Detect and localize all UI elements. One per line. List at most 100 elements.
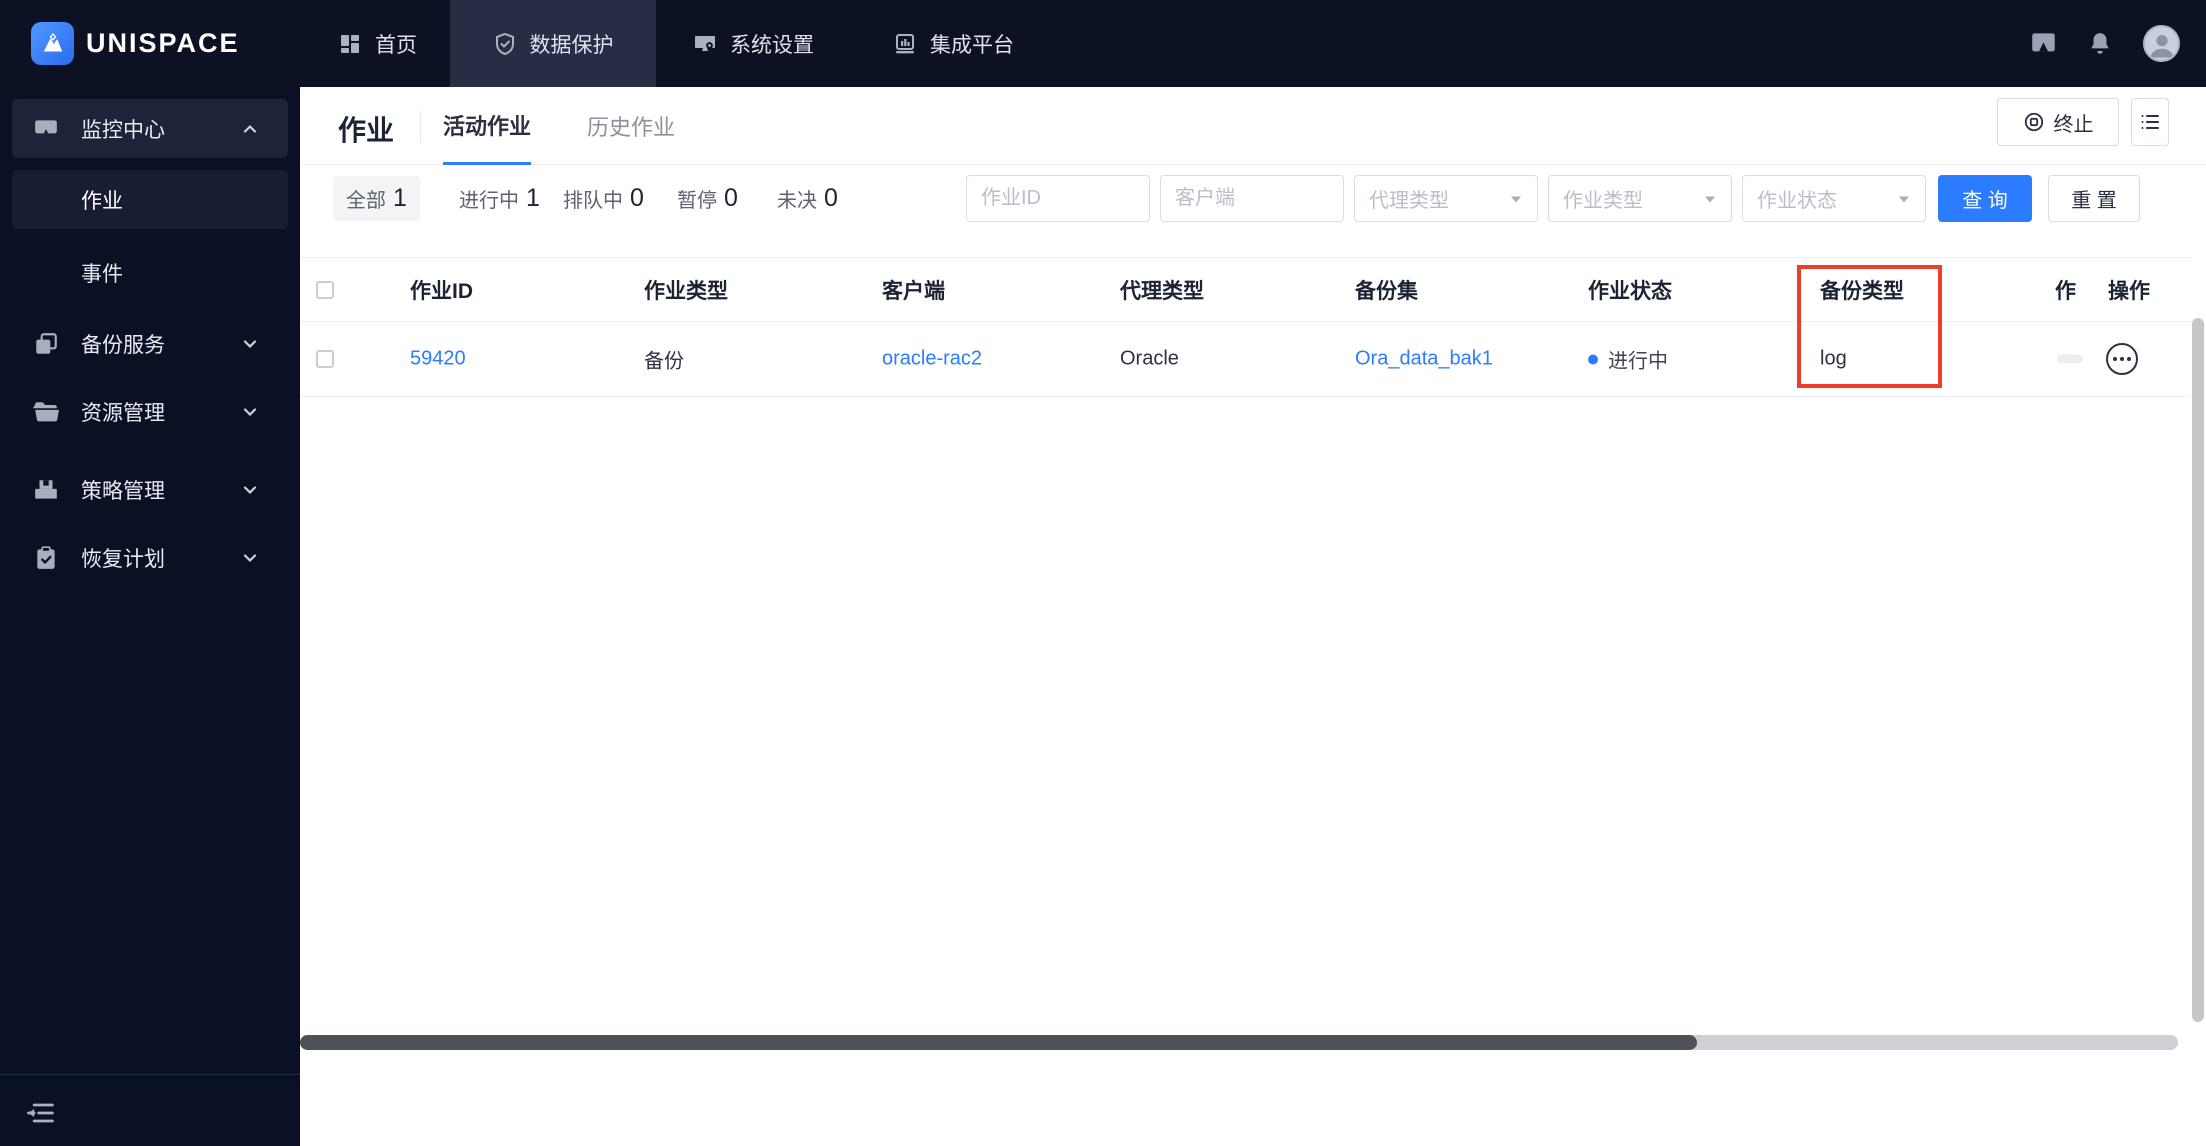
- tab-history-jobs[interactable]: 历史作业: [587, 87, 675, 165]
- row-checkbox[interactable]: [316, 350, 334, 368]
- sidebar: 监控中心 作业 事件 备份服务 资源管理 策略管理 恢复计划: [0, 87, 300, 1146]
- brand-name: UNISPACE: [86, 28, 240, 58]
- monitor-gear-icon: [693, 32, 717, 56]
- top-nav-bar: UNISPACE 首页 数据保护 系统设置 集成平台: [0, 0, 2206, 87]
- agent-type-value: Oracle: [1120, 347, 1179, 370]
- nav-item-integration-platform[interactable]: 集成平台: [893, 0, 1014, 87]
- chip-label: 未决: [777, 190, 817, 212]
- sidebar-item-label: 事件: [81, 262, 123, 286]
- main-content: 作业 活动作业 历史作业 终止 全部 1 进行中 1 排队中 0 暂停 0 未决…: [300, 87, 2206, 1146]
- sidebar-group-label: 备份服务: [81, 333, 165, 357]
- tab-label: 活动作业: [443, 113, 532, 139]
- bell-icon[interactable]: [2087, 31, 2113, 57]
- clipboard-check-icon: [33, 545, 59, 571]
- sidebar-group-backup-services[interactable]: 备份服务: [12, 314, 288, 373]
- header-divider: [420, 111, 421, 143]
- tab-active-jobs[interactable]: 活动作业: [443, 87, 532, 165]
- monitor-chat-icon: [33, 116, 59, 142]
- page-title: 作业: [338, 115, 395, 146]
- stop-icon: [2024, 112, 2043, 132]
- nav-item-system-settings[interactable]: 系统设置: [693, 0, 814, 87]
- chip-count: 0: [824, 184, 838, 212]
- sidebar-group-resource-management[interactable]: 资源管理: [12, 382, 288, 441]
- sidebar-group-label: 恢复计划: [81, 547, 165, 571]
- select-placeholder: 作业状态: [1757, 190, 1837, 212]
- sidebar-footer-divider: [0, 1074, 300, 1075]
- chip-label: 排队中: [563, 190, 623, 212]
- status-label: 进行中: [1608, 350, 1668, 373]
- col-backup-set: 备份集: [1355, 279, 1418, 303]
- sidebar-item-jobs[interactable]: 作业: [12, 170, 288, 229]
- job-type-select[interactable]: 作业类型: [1548, 175, 1732, 222]
- reset-button[interactable]: 重 置: [2048, 175, 2140, 222]
- chip-count: 0: [630, 184, 644, 212]
- job-id-input[interactable]: [966, 175, 1150, 222]
- avatar[interactable]: [2143, 25, 2180, 62]
- filter-chip-all[interactable]: 全部 1: [333, 176, 420, 221]
- status-badge: 进行中: [1588, 345, 1668, 374]
- chip-label: 进行中: [459, 190, 519, 212]
- device-icon: [33, 477, 59, 503]
- sidebar-group-policy-management[interactable]: 策略管理: [12, 460, 288, 519]
- sidebar-collapse-icon[interactable]: [25, 1099, 57, 1127]
- brand-logo[interactable]: [31, 22, 74, 65]
- client-link[interactable]: oracle-rac2: [882, 348, 982, 371]
- page-header: 作业 活动作业 历史作业 终止: [300, 87, 2206, 165]
- chevron-up-icon: [240, 119, 260, 139]
- vertical-scrollbar-thumb[interactable]: [2192, 318, 2204, 1022]
- chip-count: 1: [393, 184, 407, 212]
- progress-placeholder: [2057, 354, 2083, 364]
- filter-row: 全部 1 进行中 1 排队中 0 暂停 0 未决 0 代理类型 作业类型: [300, 175, 2206, 222]
- col-job-status: 作业状态: [1588, 279, 1672, 303]
- sidebar-item-label: 作业: [81, 189, 123, 213]
- table-header: 作业ID 作业类型 客户端 代理类型 备份集 作业状态 备份类型 作 操作: [300, 257, 2190, 322]
- sidebar-group-label: 资源管理: [81, 401, 165, 425]
- col-agent-type: 代理类型: [1120, 279, 1204, 303]
- job-status-select[interactable]: 作业状态: [1742, 175, 1926, 222]
- select-all-checkbox[interactable]: [316, 280, 334, 299]
- query-button[interactable]: 查 询: [1938, 175, 2032, 222]
- backup-set-link[interactable]: Ora_data_bak1: [1355, 348, 1493, 371]
- sidebar-group-recovery-plan[interactable]: 恢复计划: [12, 528, 288, 587]
- view-list-button[interactable]: [2131, 98, 2169, 146]
- table-row: 59420 备份 oracle-rac2 Oracle Ora_data_bak…: [300, 322, 2190, 397]
- nav-item-data-protection[interactable]: 数据保护: [450, 0, 656, 87]
- col-truncated: 作: [2055, 279, 2076, 303]
- nav-item-home[interactable]: 首页: [338, 0, 417, 87]
- chip-count: 0: [724, 184, 738, 212]
- nav-right-icons: [2030, 0, 2180, 87]
- chip-label: 暂停: [677, 190, 717, 212]
- backup-type-value: log: [1820, 347, 1847, 370]
- select-placeholder: 作业类型: [1563, 190, 1643, 212]
- caret-down-icon: [1509, 192, 1523, 206]
- message-icon[interactable]: [2030, 30, 2057, 57]
- sidebar-group-monitoring-center[interactable]: 监控中心: [12, 99, 288, 158]
- chart-board-icon: [893, 32, 917, 56]
- col-backup-type: 备份类型: [1820, 279, 1904, 303]
- chevron-down-icon: [240, 480, 260, 500]
- chevron-down-icon: [240, 548, 260, 568]
- terminate-button[interactable]: 终止: [1997, 98, 2119, 146]
- tab-label: 历史作业: [587, 115, 676, 140]
- job-type-value: 备份: [644, 350, 684, 373]
- filter-chip-pending[interactable]: 未决 0: [764, 176, 851, 221]
- agent-type-select[interactable]: 代理类型: [1354, 175, 1538, 222]
- folder-icon: [33, 399, 59, 425]
- sidebar-item-events[interactable]: 事件: [12, 243, 288, 302]
- caret-down-icon: [1703, 192, 1717, 206]
- status-dot: [1588, 354, 1598, 364]
- col-job-id: 作业ID: [410, 279, 473, 303]
- filter-chip-running[interactable]: 进行中 1: [446, 176, 553, 221]
- sidebar-group-label: 策略管理: [81, 479, 165, 503]
- horizontal-scrollbar-thumb[interactable]: [300, 1035, 1697, 1050]
- job-id-link[interactable]: 59420: [410, 348, 466, 371]
- horizontal-scrollbar[interactable]: [300, 1035, 2178, 1050]
- client-input[interactable]: [1160, 175, 1344, 222]
- row-actions-more-icon[interactable]: [2106, 343, 2138, 375]
- nav-item-label: 系统设置: [730, 33, 814, 57]
- nav-item-label: 首页: [375, 33, 417, 57]
- chevron-down-icon: [240, 402, 260, 422]
- filter-chip-paused[interactable]: 暂停 0: [664, 176, 751, 221]
- nav-item-label: 数据保护: [529, 33, 614, 57]
- filter-chip-queued[interactable]: 排队中 0: [550, 176, 657, 221]
